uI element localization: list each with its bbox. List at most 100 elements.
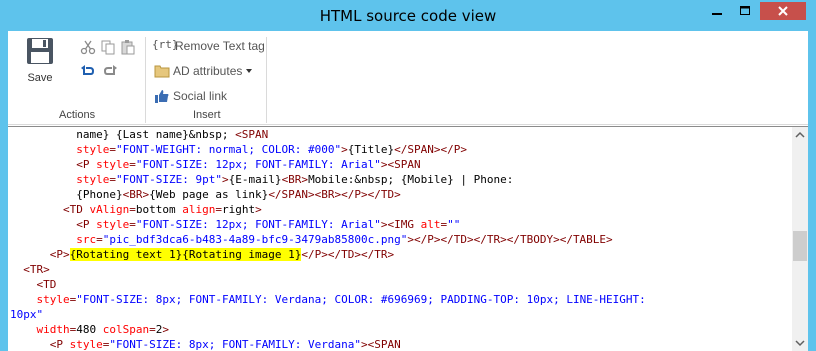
- code-token: <SPAN: [235, 128, 269, 141]
- minimize-icon: [712, 13, 722, 15]
- code-token: <P: [76, 218, 97, 231]
- social-link-label: Social link: [173, 89, 228, 103]
- code-line: width=480 colSpan=2>: [10, 322, 169, 337]
- code-token: style: [96, 158, 130, 171]
- minimize-button[interactable]: [704, 2, 730, 20]
- code-token: =: [129, 218, 136, 231]
- scroll-up-icon[interactable]: [792, 127, 808, 143]
- code-token: Mobile:&nbsp; {Mobile} | Phone:: [308, 173, 514, 186]
- ad-attributes-button[interactable]: AD attributes: [154, 61, 253, 81]
- code-token: >: [162, 323, 169, 336]
- chevron-down-icon: [246, 69, 253, 73]
- vertical-scrollbar[interactable]: [792, 126, 808, 351]
- ribbon-separator: [145, 37, 146, 123]
- code-token: <P: [76, 158, 97, 171]
- code-token: 10px": [10, 308, 44, 321]
- code-token: {Phone}: [10, 188, 123, 201]
- ad-attributes-label: AD attributes: [173, 64, 243, 78]
- social-link-button[interactable]: Social link: [154, 86, 227, 106]
- code-token: style: [76, 143, 110, 156]
- code-line: style="FONT-SIZE: 9pt">{E-mail}<BR>Mobil…: [10, 172, 513, 187]
- code-token: =: [215, 203, 222, 216]
- code-token: {Web page as link}: [149, 188, 269, 201]
- code-token: "FONT-SIZE: 9pt": [115, 173, 222, 186]
- code-token: <TR>: [23, 263, 50, 276]
- code-token: name} {Last name}&nbsp;: [10, 128, 236, 141]
- code-token: width: [36, 323, 70, 336]
- window-client: Save Actions {rt} Remove Text tag AD att…: [8, 31, 808, 351]
- code-token: =: [149, 323, 156, 336]
- window-title: HTML source code view: [319, 7, 497, 25]
- code-token: ><SPAN: [380, 158, 421, 171]
- code-token: {E-mail}: [228, 173, 282, 186]
- code-token: style: [96, 218, 130, 231]
- close-button[interactable]: [760, 2, 806, 20]
- code-line: style="FONT-SIZE: 8px; FONT-FAMILY: Verd…: [10, 292, 646, 307]
- code-token: <P: [49, 338, 70, 351]
- code-line: <P style="FONT-SIZE: 12px; FONT-FAMILY: …: [10, 217, 460, 232]
- ribbon: Save Actions {rt} Remove Text tag AD att…: [8, 31, 808, 125]
- code-token: <P>: [49, 248, 70, 261]
- html-source-editor[interactable]: name} {Last name}&nbsp; <SPAN style="FON…: [8, 126, 792, 351]
- rt-tag-icon: {rt}: [152, 38, 179, 51]
- thumbs-up-icon: [155, 90, 169, 103]
- code-token: </SPAN><BR></P></TD>: [268, 188, 401, 201]
- code-token: alt: [420, 218, 441, 231]
- code-token: "pic_bdf3dca6-b483-4a89-bfc9-3479ab85800…: [102, 233, 408, 246]
- maximize-icon: [740, 6, 750, 15]
- code-token: style: [76, 173, 110, 186]
- scroll-down-icon[interactable]: [792, 335, 808, 351]
- code-token: style: [69, 338, 103, 351]
- code-token: =: [96, 233, 103, 246]
- code-line: 10px": [10, 307, 43, 322]
- code-line: name} {Last name}&nbsp; <SPAN: [10, 127, 268, 142]
- code-token: "FONT-SIZE: 12px; FONT-FAMILY: Arial": [135, 158, 381, 171]
- code-line: <P style="FONT-SIZE: 12px; FONT-FAMILY: …: [10, 157, 421, 172]
- insert-group-label: Insert: [193, 109, 221, 121]
- code-token: ><IMG: [380, 218, 421, 231]
- code-token: <BR>: [122, 188, 150, 201]
- code-token: {Title}: [347, 143, 395, 156]
- code-token: style: [36, 293, 70, 306]
- ribbon-separator: [266, 37, 267, 123]
- save-button[interactable]: Save: [16, 37, 64, 89]
- code-token: vAlign: [89, 203, 130, 216]
- code-line: <P>{Rotating text 1}{Rotating image 1}</…: [10, 247, 394, 262]
- code-token: "": [447, 218, 461, 231]
- title-bar: HTML source code view: [0, 0, 816, 31]
- maximize-button[interactable]: [732, 2, 758, 20]
- code-line: <TD: [10, 277, 57, 292]
- code-token: align: [182, 203, 216, 216]
- code-token: <TD: [62, 203, 90, 216]
- code-token: colSpan: [102, 323, 150, 336]
- code-line: <TR>: [10, 262, 50, 277]
- undo-icon[interactable]: [80, 63, 96, 79]
- redo-icon[interactable]: [102, 63, 118, 79]
- code-token: "FONT-SIZE: 8px; FONT-FAMILY: Verdana; C…: [76, 293, 646, 306]
- actions-group-label: Actions: [59, 109, 96, 121]
- code-token: ></P></TD></TR></TBODY></TABLE>: [407, 233, 613, 246]
- remove-text-tag-button[interactable]: {rt} Remove Text tag: [152, 36, 265, 56]
- code-line: {Phone}<BR>{Web page as link}</SPAN><BR>…: [10, 187, 401, 202]
- code-token: </SPAN></P>: [394, 143, 467, 156]
- scrollbar-thumb[interactable]: [793, 231, 807, 261]
- cut-icon[interactable]: [80, 39, 96, 55]
- code-token: >: [221, 173, 229, 186]
- code-line: src="pic_bdf3dca6-b483-4a89-bfc9-3479ab8…: [10, 232, 613, 247]
- paste-icon[interactable]: [120, 39, 136, 55]
- save-icon: [27, 38, 53, 64]
- remove-text-tag-label: Remove Text tag: [175, 39, 265, 53]
- highlighted-placeholder: {Rotating text 1}{Rotating image 1}: [69, 248, 302, 261]
- copy-icon[interactable]: [100, 39, 116, 55]
- code-token: right: [221, 203, 256, 216]
- code-token: "FONT-SIZE: 8px; FONT-FAMILY: Verdana": [109, 338, 362, 351]
